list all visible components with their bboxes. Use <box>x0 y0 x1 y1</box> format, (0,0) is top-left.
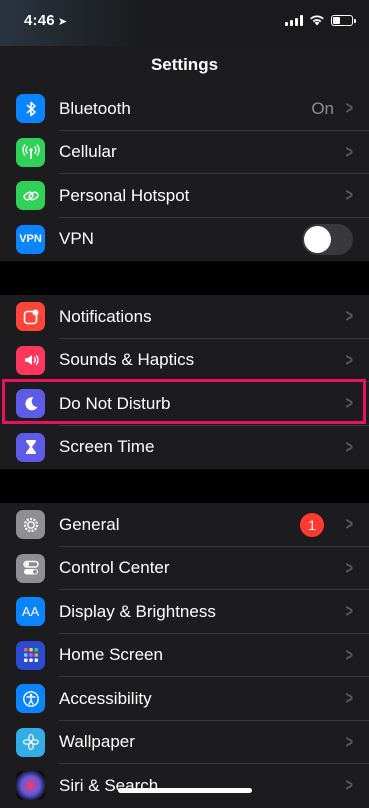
settings-row-vpn: VPN VPN <box>0 218 369 262</box>
chevron-right-icon: > <box>346 731 354 752</box>
chevron-right-icon: > <box>346 601 354 622</box>
page-title: Settings <box>150 55 219 74</box>
notifications-icon <box>16 302 45 332</box>
vpn-toggle[interactable] <box>302 223 353 255</box>
settings-row-screen-time[interactable]: Screen Time > <box>0 426 369 470</box>
cellular-signal-icon <box>285 14 303 26</box>
settings-row-cellular[interactable]: Cellular > <box>0 131 369 174</box>
home-indicator[interactable] <box>118 788 252 793</box>
chevron-right-icon: > <box>346 644 354 665</box>
navigation-bar: Settings <box>0 46 369 92</box>
text-size-icon: AA <box>16 597 45 627</box>
settings-row-home-screen[interactable]: Home Screen > <box>0 634 369 677</box>
battery-icon <box>331 14 356 26</box>
settings-row-wallpaper[interactable]: Wallpaper > <box>0 721 369 764</box>
settings-row-display-brightness[interactable]: AA Display & Brightness > <box>0 590 369 634</box>
settings-group-connectivity: Bluetooth On > Cellular > Personal Hotsp… <box>0 87 369 261</box>
row-label: Personal Hotspot <box>59 185 190 205</box>
row-label: Display & Brightness <box>59 601 216 621</box>
settings-row-bluetooth[interactable]: Bluetooth On > <box>0 87 369 131</box>
row-label: Cellular <box>59 142 117 162</box>
settings-group-general: General 1 > Control Center > AA Display … <box>0 503 369 808</box>
settings-row-personal-hotspot[interactable]: Personal Hotspot > <box>0 174 369 218</box>
highlight-box <box>2 379 366 424</box>
chevron-right-icon: > <box>346 436 354 457</box>
chevron-right-icon: > <box>346 514 354 535</box>
row-label: Screen Time <box>59 437 155 457</box>
toggles-icon <box>16 553 45 583</box>
row-label: Accessibility <box>59 688 152 708</box>
row-value: On <box>311 98 334 118</box>
siri-icon <box>16 771 45 801</box>
chevron-right-icon: > <box>346 349 354 370</box>
bluetooth-icon <box>16 94 45 124</box>
chevron-right-icon: > <box>346 98 354 119</box>
cellular-antenna-icon <box>16 137 45 167</box>
row-label: Bluetooth <box>59 98 131 118</box>
settings-row-sounds-haptics[interactable]: Sounds & Haptics > <box>0 339 369 382</box>
row-label: Notifications <box>59 306 152 326</box>
status-time: 4:46 ➤ <box>24 12 68 29</box>
vpn-icon: VPN <box>16 224 45 254</box>
location-arrow-icon: ➤ <box>57 16 68 28</box>
chevron-right-icon: > <box>346 306 354 327</box>
row-label: Control Center <box>59 558 170 578</box>
settings-row-siri-search[interactable]: Siri & Search > <box>0 764 369 808</box>
row-label: General <box>59 514 120 534</box>
row-label: Sounds & Haptics <box>59 350 195 370</box>
flower-icon <box>16 727 45 757</box>
notification-badge: 1 <box>300 512 324 537</box>
settings-row-accessibility[interactable]: Accessibility > <box>0 677 369 721</box>
gear-icon <box>16 510 45 540</box>
row-label: Wallpaper <box>59 732 135 752</box>
settings-row-general[interactable]: General 1 > <box>0 503 369 547</box>
row-label: VPN <box>59 229 94 249</box>
chevron-right-icon: > <box>346 775 354 796</box>
status-icons <box>285 14 356 26</box>
hotspot-link-icon <box>16 181 45 211</box>
settings-row-control-center[interactable]: Control Center > <box>0 547 369 590</box>
speaker-icon <box>16 345 45 375</box>
chevron-right-icon: > <box>346 185 354 206</box>
wifi-icon <box>310 15 324 26</box>
accessibility-icon <box>16 684 45 714</box>
chevron-right-icon: > <box>346 141 354 162</box>
settings-row-notifications[interactable]: Notifications > <box>0 295 369 339</box>
status-bar: 4:46 ➤ <box>0 0 369 46</box>
app-grid-icon <box>16 640 45 670</box>
chevron-right-icon: > <box>346 557 354 578</box>
row-label: Home Screen <box>59 645 163 665</box>
hourglass-icon <box>16 432 45 462</box>
chevron-right-icon: > <box>346 688 354 709</box>
